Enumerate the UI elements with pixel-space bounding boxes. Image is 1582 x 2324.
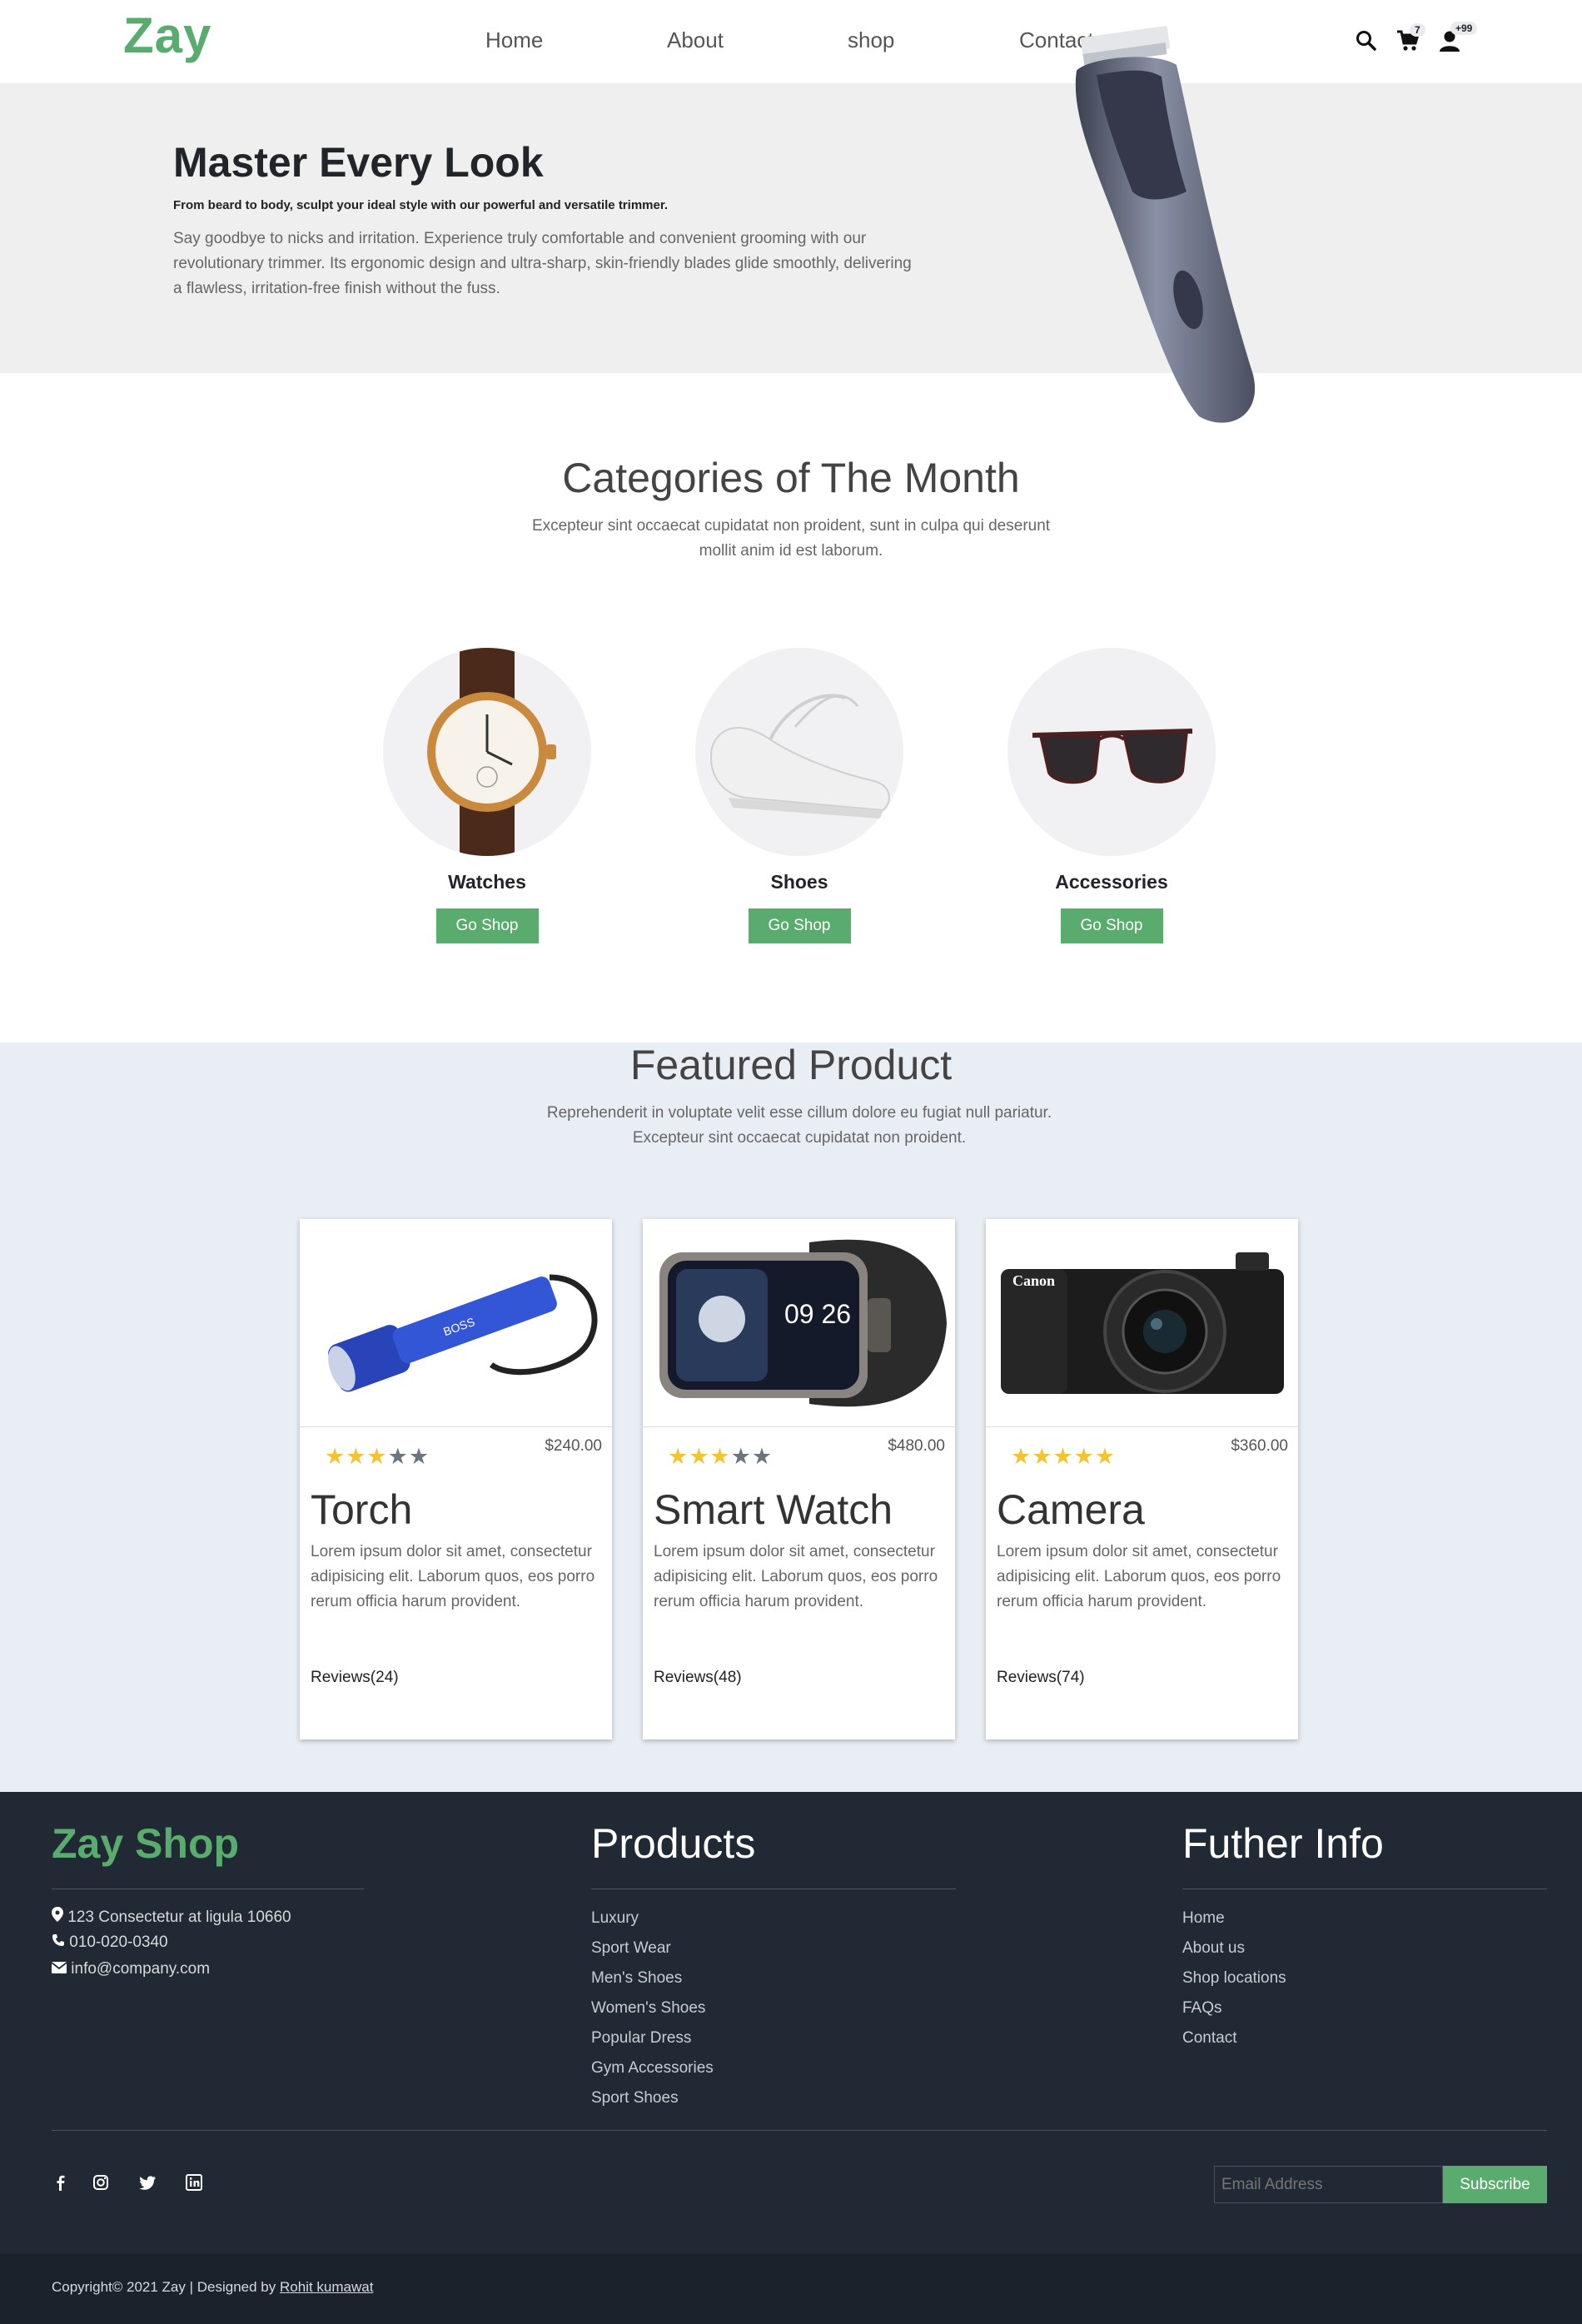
featured-title: Featured Product — [629, 1042, 953, 1088]
product-reviews: Reviews(74) — [997, 1669, 1085, 1686]
camera-brand-text: Canon — [1012, 1272, 1055, 1289]
instagram-icon[interactable] — [92, 2173, 110, 2192]
categories-subtitle: Excepteur sint occaecat cupidatat non pr… — [531, 517, 1051, 560]
product-description: Lorem ipsum dolor sit amet, consectetur … — [997, 1543, 1281, 1610]
product-reviews: Reviews(24) — [311, 1669, 399, 1686]
top-navbar: Zay Home About shop Contact 7 +99 — [0, 0, 1582, 83]
watch-image[interactable] — [383, 648, 591, 856]
subscribe-button[interactable]: Subscribe — [1443, 2166, 1547, 2203]
footer-divider — [52, 2130, 1547, 2131]
copyright-text: Copyright© 2021 Zay | Designed by Rohit … — [52, 2279, 374, 2295]
product-card-camera[interactable]: Canon ★★★★★ $360.00 Camera Lorem ipsum d… — [986, 1219, 1298, 1739]
rating-stars: ★★★★★ — [668, 1444, 774, 1469]
envelope-icon — [51, 1960, 71, 1978]
phone-icon — [52, 1933, 69, 1951]
category-name: Shoes — [770, 871, 828, 893]
product-price: $240.00 — [545, 1437, 602, 1455]
torch-image[interactable]: BOSS — [300, 1219, 612, 1427]
footer-info-link[interactable]: Contact — [1182, 2029, 1236, 2048]
product-card-torch[interactable]: BOSS ★★★★★ $240.00 Torch Lorem ipsum dol… — [300, 1219, 612, 1739]
nav-link-home[interactable]: Home — [485, 27, 543, 53]
footer-product-link[interactable]: Sport Shoes — [591, 2089, 679, 2108]
sunglasses-image[interactable] — [1007, 648, 1216, 856]
footer-product-link[interactable]: Gym Accessories — [591, 2059, 714, 2078]
categories-title: Categories of The Month — [562, 455, 1020, 501]
go-shop-button[interactable]: Go Shop — [1060, 908, 1163, 943]
hero-subtitle: From beard to body, sculpt your ideal st… — [173, 198, 669, 212]
twitter-icon[interactable] — [138, 2173, 157, 2192]
footer-info-link[interactable]: FAQs — [1182, 1999, 1222, 2018]
footer-phone: 010-020-0340 — [52, 1933, 168, 1952]
hero-banner: Master Every Look From beard to body, sc… — [0, 83, 1582, 373]
product-name[interactable]: Camera — [997, 1485, 1145, 1534]
category-watches: Watches Go Shop — [379, 648, 595, 943]
trimmer-image — [1053, 25, 1278, 433]
product-card-smart-watch[interactable]: 09 26 ★★★★★ $480.00 Smart Watch Lorem ip… — [643, 1219, 955, 1739]
footer-product-link[interactable]: Popular Dress — [591, 2029, 691, 2048]
cart-count-badge: 7 — [1410, 23, 1425, 37]
product-price: $480.00 — [888, 1437, 945, 1455]
product-reviews: Reviews(48) — [654, 1669, 742, 1686]
featured-subtitle: Reprehenderit in voluptate velit esse ci… — [546, 1104, 1052, 1147]
category-accessories: Accessories Go Shop — [1003, 648, 1220, 943]
footer-info-title: Futher Info — [1182, 1820, 1384, 1867]
footer-product-link[interactable]: Luxury — [591, 1909, 639, 1928]
product-description: Lorem ipsum dolor sit amet, consectetur … — [311, 1543, 595, 1610]
footer-product-link[interactable]: Women's Shoes — [591, 1999, 705, 2018]
category-shoes: Shoes Go Shop — [691, 648, 908, 943]
footer-email: info@company.com — [51, 1960, 210, 1978]
facebook-icon[interactable] — [52, 2173, 70, 2192]
watch-time-text: 09 26 — [784, 1299, 851, 1329]
footer-info-link[interactable]: Home — [1182, 1909, 1225, 1928]
shoe-image[interactable] — [695, 648, 903, 856]
product-description: Lorem ipsum dolor sit amet, consectetur … — [654, 1543, 938, 1610]
footer-products-title: Products — [591, 1820, 756, 1867]
category-name: Accessories — [1055, 871, 1168, 893]
footer-address: 123 Consectetur at ligula 10660 — [52, 1907, 291, 1927]
hero-text: Say goodbye to nicks and irritation. Exp… — [173, 230, 912, 297]
hero-title: Master Every Look — [173, 139, 544, 186]
smart-watch-image[interactable]: 09 26 — [643, 1219, 955, 1427]
go-shop-button[interactable]: Go Shop — [435, 908, 539, 943]
rating-stars: ★★★★★ — [1011, 1444, 1117, 1469]
newsletter-email-input[interactable] — [1214, 2166, 1443, 2203]
footer-product-link[interactable]: Sport Wear — [591, 1939, 671, 1958]
designer-link[interactable]: Rohit kumawat — [280, 2279, 373, 2295]
footer-brand: Zay Shop — [52, 1820, 240, 1867]
site-logo[interactable]: Zay — [123, 7, 211, 64]
product-name[interactable]: Smart Watch — [654, 1485, 893, 1534]
map-pin-icon — [52, 1907, 67, 1926]
nav-link-shop[interactable]: shop — [848, 27, 894, 53]
product-price: $360.00 — [1231, 1437, 1288, 1455]
category-name: Watches — [448, 871, 526, 893]
footer-product-link[interactable]: Men's Shoes — [591, 1969, 682, 1988]
footer-info-link[interactable]: Shop locations — [1182, 1969, 1286, 1988]
go-shop-button[interactable]: Go Shop — [748, 908, 851, 943]
footer-info-link[interactable]: About us — [1182, 1939, 1245, 1958]
linkedin-icon[interactable] — [185, 2173, 203, 2192]
user-count-badge: +99 — [1450, 22, 1478, 35]
nav-link-about[interactable]: About — [667, 27, 724, 53]
search-icon[interactable] — [1356, 30, 1377, 56]
product-name[interactable]: Torch — [311, 1485, 412, 1534]
rating-stars: ★★★★★ — [325, 1444, 430, 1469]
camera-image[interactable]: Canon — [986, 1219, 1298, 1427]
